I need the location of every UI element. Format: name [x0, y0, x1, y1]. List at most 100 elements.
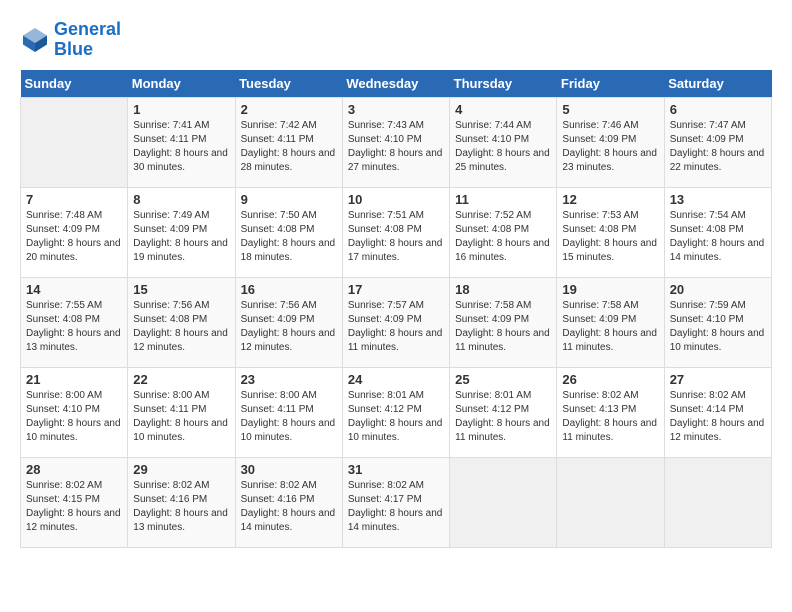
- calendar-cell: 13 Sunrise: 7:54 AM Sunset: 4:08 PM Dayl…: [664, 187, 771, 277]
- calendar-week-row: 28 Sunrise: 8:02 AM Sunset: 4:15 PM Dayl…: [21, 457, 772, 547]
- day-info: Sunrise: 7:52 AM Sunset: 4:08 PM Dayligh…: [455, 209, 551, 265]
- day-info: Sunrise: 7:50 AM Sunset: 4:08 PM Dayligh…: [241, 209, 337, 265]
- day-info: Sunrise: 8:02 AM Sunset: 4:17 PM Dayligh…: [348, 479, 444, 535]
- calendar-cell: 14 Sunrise: 7:55 AM Sunset: 4:08 PM Dayl…: [21, 277, 128, 367]
- day-number: 13: [670, 192, 766, 207]
- calendar-cell: 2 Sunrise: 7:42 AM Sunset: 4:11 PM Dayli…: [235, 97, 342, 187]
- calendar-cell: 15 Sunrise: 7:56 AM Sunset: 4:08 PM Dayl…: [128, 277, 235, 367]
- day-number: 8: [133, 192, 229, 207]
- calendar-cell: 21 Sunrise: 8:00 AM Sunset: 4:10 PM Dayl…: [21, 367, 128, 457]
- day-info: Sunrise: 7:58 AM Sunset: 4:09 PM Dayligh…: [455, 299, 551, 355]
- day-number: 9: [241, 192, 337, 207]
- calendar-cell: 6 Sunrise: 7:47 AM Sunset: 4:09 PM Dayli…: [664, 97, 771, 187]
- calendar-cell: 16 Sunrise: 7:56 AM Sunset: 4:09 PM Dayl…: [235, 277, 342, 367]
- calendar-cell: 18 Sunrise: 7:58 AM Sunset: 4:09 PM Dayl…: [450, 277, 557, 367]
- weekday-header: Friday: [557, 70, 664, 98]
- day-number: 7: [26, 192, 122, 207]
- day-info: Sunrise: 7:57 AM Sunset: 4:09 PM Dayligh…: [348, 299, 444, 355]
- calendar-cell: [21, 97, 128, 187]
- day-number: 10: [348, 192, 444, 207]
- day-number: 20: [670, 282, 766, 297]
- day-info: Sunrise: 7:53 AM Sunset: 4:08 PM Dayligh…: [562, 209, 658, 265]
- day-number: 18: [455, 282, 551, 297]
- calendar-cell: 28 Sunrise: 8:02 AM Sunset: 4:15 PM Dayl…: [21, 457, 128, 547]
- calendar-cell: 27 Sunrise: 8:02 AM Sunset: 4:14 PM Dayl…: [664, 367, 771, 457]
- day-number: 5: [562, 102, 658, 117]
- day-number: 24: [348, 372, 444, 387]
- calendar-cell: 11 Sunrise: 7:52 AM Sunset: 4:08 PM Dayl…: [450, 187, 557, 277]
- day-info: Sunrise: 7:49 AM Sunset: 4:09 PM Dayligh…: [133, 209, 229, 265]
- day-number: 22: [133, 372, 229, 387]
- day-number: 4: [455, 102, 551, 117]
- calendar-cell: 29 Sunrise: 8:02 AM Sunset: 4:16 PM Dayl…: [128, 457, 235, 547]
- logo-icon: [20, 25, 50, 55]
- calendar-cell: 8 Sunrise: 7:49 AM Sunset: 4:09 PM Dayli…: [128, 187, 235, 277]
- day-number: 6: [670, 102, 766, 117]
- day-number: 23: [241, 372, 337, 387]
- page-header: General Blue: [20, 20, 772, 60]
- day-number: 26: [562, 372, 658, 387]
- day-number: 21: [26, 372, 122, 387]
- calendar-cell: 24 Sunrise: 8:01 AM Sunset: 4:12 PM Dayl…: [342, 367, 449, 457]
- calendar-cell: [450, 457, 557, 547]
- day-number: 29: [133, 462, 229, 477]
- day-number: 3: [348, 102, 444, 117]
- logo: General Blue: [20, 20, 121, 60]
- day-number: 27: [670, 372, 766, 387]
- day-info: Sunrise: 7:59 AM Sunset: 4:10 PM Dayligh…: [670, 299, 766, 355]
- calendar-cell: 25 Sunrise: 8:01 AM Sunset: 4:12 PM Dayl…: [450, 367, 557, 457]
- day-info: Sunrise: 7:48 AM Sunset: 4:09 PM Dayligh…: [26, 209, 122, 265]
- weekday-header: Sunday: [21, 70, 128, 98]
- weekday-header: Wednesday: [342, 70, 449, 98]
- calendar-cell: 7 Sunrise: 7:48 AM Sunset: 4:09 PM Dayli…: [21, 187, 128, 277]
- day-number: 11: [455, 192, 551, 207]
- day-number: 28: [26, 462, 122, 477]
- day-number: 12: [562, 192, 658, 207]
- calendar-cell: 17 Sunrise: 7:57 AM Sunset: 4:09 PM Dayl…: [342, 277, 449, 367]
- day-info: Sunrise: 8:00 AM Sunset: 4:11 PM Dayligh…: [241, 389, 337, 445]
- calendar-cell: [664, 457, 771, 547]
- day-number: 1: [133, 102, 229, 117]
- calendar-cell: 30 Sunrise: 8:02 AM Sunset: 4:16 PM Dayl…: [235, 457, 342, 547]
- day-number: 25: [455, 372, 551, 387]
- weekday-header: Saturday: [664, 70, 771, 98]
- weekday-header: Monday: [128, 70, 235, 98]
- logo-text: General Blue: [54, 20, 121, 60]
- weekday-header: Tuesday: [235, 70, 342, 98]
- day-info: Sunrise: 7:44 AM Sunset: 4:10 PM Dayligh…: [455, 119, 551, 175]
- calendar-cell: 9 Sunrise: 7:50 AM Sunset: 4:08 PM Dayli…: [235, 187, 342, 277]
- day-info: Sunrise: 7:41 AM Sunset: 4:11 PM Dayligh…: [133, 119, 229, 175]
- day-info: Sunrise: 7:46 AM Sunset: 4:09 PM Dayligh…: [562, 119, 658, 175]
- calendar-cell: [557, 457, 664, 547]
- calendar-cell: 22 Sunrise: 8:00 AM Sunset: 4:11 PM Dayl…: [128, 367, 235, 457]
- calendar-week-row: 7 Sunrise: 7:48 AM Sunset: 4:09 PM Dayli…: [21, 187, 772, 277]
- day-info: Sunrise: 8:02 AM Sunset: 4:13 PM Dayligh…: [562, 389, 658, 445]
- weekday-header: Thursday: [450, 70, 557, 98]
- day-number: 14: [26, 282, 122, 297]
- day-info: Sunrise: 7:42 AM Sunset: 4:11 PM Dayligh…: [241, 119, 337, 175]
- day-info: Sunrise: 8:02 AM Sunset: 4:14 PM Dayligh…: [670, 389, 766, 445]
- day-number: 15: [133, 282, 229, 297]
- day-info: Sunrise: 7:54 AM Sunset: 4:08 PM Dayligh…: [670, 209, 766, 265]
- calendar-cell: 26 Sunrise: 8:02 AM Sunset: 4:13 PM Dayl…: [557, 367, 664, 457]
- day-info: Sunrise: 7:43 AM Sunset: 4:10 PM Dayligh…: [348, 119, 444, 175]
- calendar-cell: 19 Sunrise: 7:58 AM Sunset: 4:09 PM Dayl…: [557, 277, 664, 367]
- day-number: 16: [241, 282, 337, 297]
- day-info: Sunrise: 8:02 AM Sunset: 4:16 PM Dayligh…: [133, 479, 229, 535]
- calendar-cell: 5 Sunrise: 7:46 AM Sunset: 4:09 PM Dayli…: [557, 97, 664, 187]
- day-info: Sunrise: 8:00 AM Sunset: 4:11 PM Dayligh…: [133, 389, 229, 445]
- day-info: Sunrise: 8:02 AM Sunset: 4:15 PM Dayligh…: [26, 479, 122, 535]
- calendar-cell: 1 Sunrise: 7:41 AM Sunset: 4:11 PM Dayli…: [128, 97, 235, 187]
- day-number: 31: [348, 462, 444, 477]
- day-info: Sunrise: 8:01 AM Sunset: 4:12 PM Dayligh…: [455, 389, 551, 445]
- calendar-cell: 4 Sunrise: 7:44 AM Sunset: 4:10 PM Dayli…: [450, 97, 557, 187]
- day-info: Sunrise: 7:47 AM Sunset: 4:09 PM Dayligh…: [670, 119, 766, 175]
- calendar-table: SundayMondayTuesdayWednesdayThursdayFrid…: [20, 70, 772, 548]
- calendar-week-row: 21 Sunrise: 8:00 AM Sunset: 4:10 PM Dayl…: [21, 367, 772, 457]
- day-info: Sunrise: 7:56 AM Sunset: 4:09 PM Dayligh…: [241, 299, 337, 355]
- day-info: Sunrise: 8:01 AM Sunset: 4:12 PM Dayligh…: [348, 389, 444, 445]
- day-number: 2: [241, 102, 337, 117]
- calendar-cell: 10 Sunrise: 7:51 AM Sunset: 4:08 PM Dayl…: [342, 187, 449, 277]
- day-info: Sunrise: 8:02 AM Sunset: 4:16 PM Dayligh…: [241, 479, 337, 535]
- day-number: 30: [241, 462, 337, 477]
